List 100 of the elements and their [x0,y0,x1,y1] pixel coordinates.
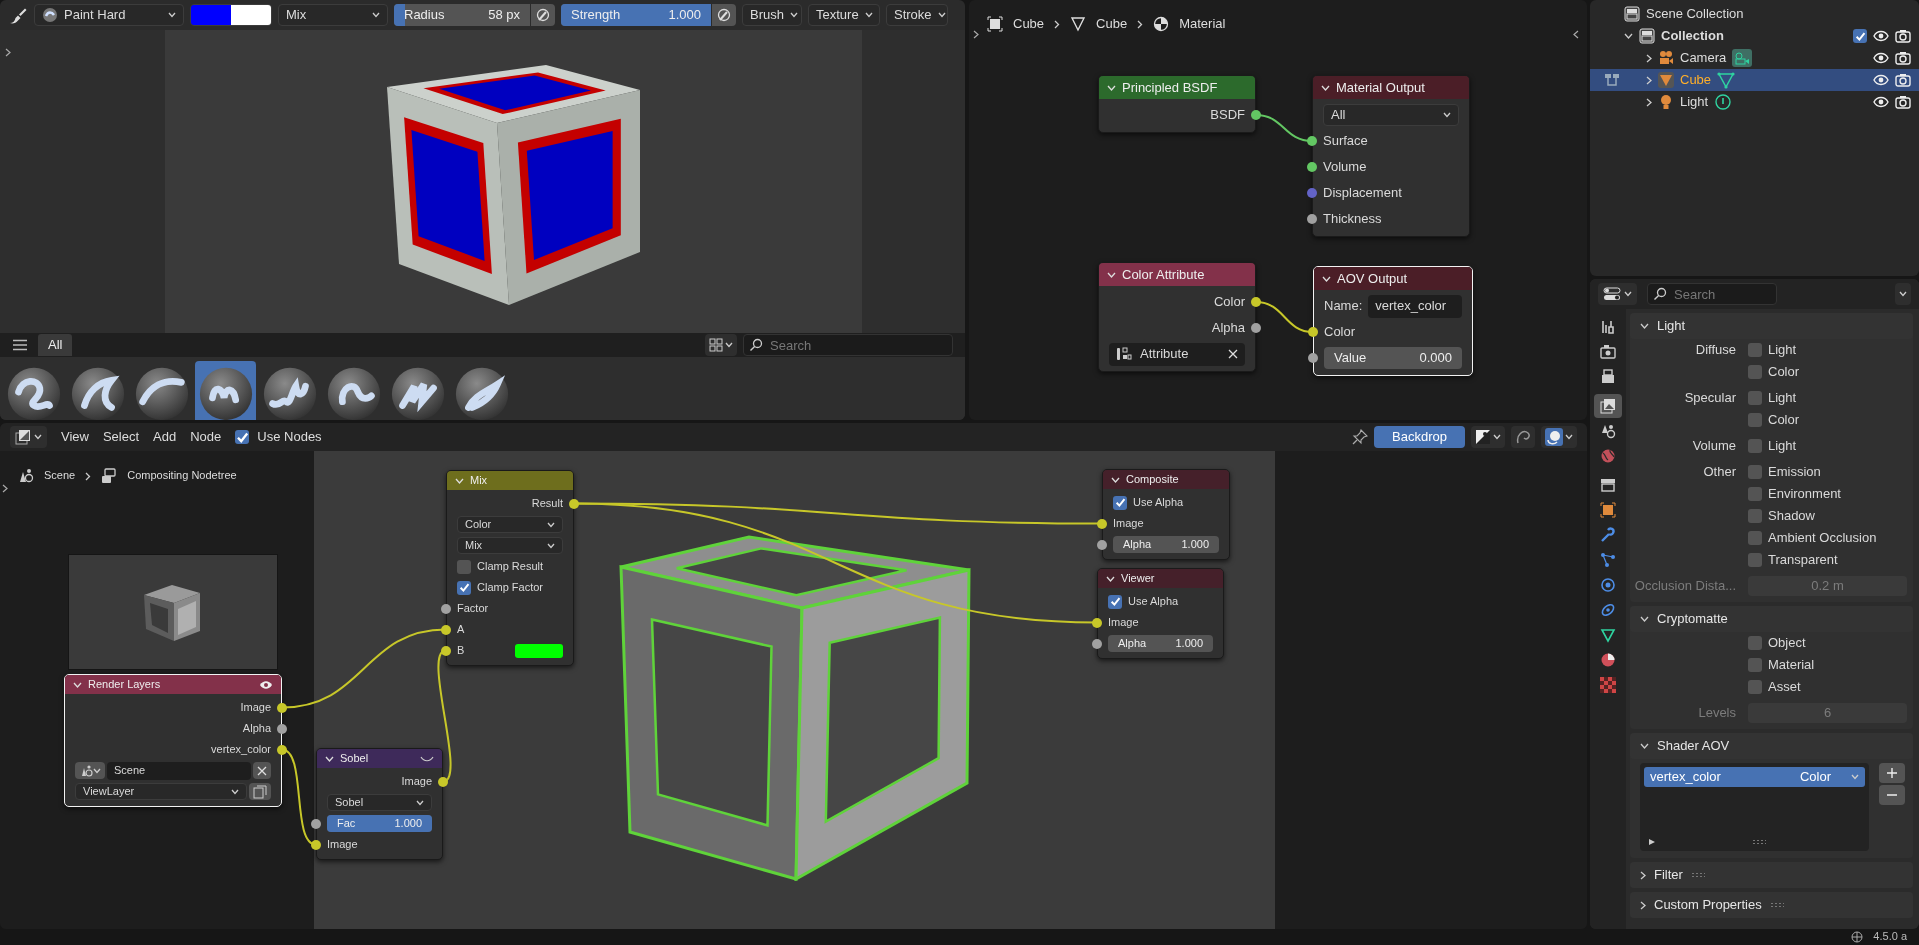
image-stack-icon[interactable] [1600,398,1616,414]
value-field[interactable]: Fac 1.000 [327,815,432,832]
value-field[interactable]: Alpha 1.000 [1108,635,1213,652]
options-dropdown[interactable] [1895,283,1911,305]
outliner-row[interactable]: Cube [1590,69,1919,91]
outliner-row[interactable]: Light [1590,91,1919,113]
strength-slider[interactable]: Strength 1.000 [561,4,711,26]
editor-type-button[interactable] [1598,283,1637,305]
socket[interactable] [1307,136,1317,146]
checkbox[interactable] [235,430,250,444]
blend-mode-dropdown[interactable]: Mix [278,4,388,26]
dropdown[interactable]: All [1323,104,1459,126]
render-camera-icon[interactable] [1895,29,1911,43]
socket[interactable] [1308,327,1318,337]
socket[interactable] [311,818,321,829]
clear-icon[interactable] [1228,349,1238,359]
socket[interactable] [1092,617,1102,628]
scene-type-button[interactable] [75,762,105,779]
socket[interactable] [441,624,451,635]
checkbox[interactable] [1113,495,1127,510]
render-camera-icon[interactable] [1895,95,1911,109]
chain-icon[interactable] [1600,602,1616,618]
node-card[interactable]: AOV Output Name: vertex_color Color Value 0.000 [1313,266,1473,376]
type-dropdown[interactable]: Color [1799,769,1859,785]
node-card[interactable]: Color Attribute Color Alpha Attribute [1098,262,1256,372]
tool-icon[interactable] [1600,319,1616,335]
checkbox[interactable] [1748,509,1762,523]
socket[interactable] [311,839,321,850]
render-icon[interactable] [1600,344,1616,360]
breadcrumb-item[interactable]: Cube [1013,16,1045,32]
eye-icon[interactable] [1873,52,1889,64]
checkbox[interactable] [1748,391,1762,405]
socket[interactable] [277,723,287,734]
socket[interactable] [569,498,579,509]
socket[interactable] [1251,297,1261,307]
node-card[interactable]: Sobel Image Sobel Fac 1.000 Image [316,748,443,860]
checkbox[interactable] [457,580,471,595]
outliner-row[interactable]: Scene Collection [1590,3,1919,25]
checkbox[interactable] [1748,465,1762,479]
eye-icon[interactable] [259,679,273,690]
socket[interactable] [1307,214,1317,224]
socket[interactable] [438,776,448,787]
editor-type-button[interactable] [10,426,47,448]
socket[interactable] [277,702,287,713]
radius-slider[interactable]: Radius 58 px [394,4,530,26]
brush-preset-dropdown[interactable]: Paint Hard [34,4,184,26]
square-icon[interactable] [1600,502,1616,518]
breadcrumb-item[interactable]: Cube [1096,16,1128,32]
remove-button[interactable] [1879,785,1905,805]
checkbox[interactable] [1748,680,1762,694]
orbit-icon[interactable] [1600,577,1616,593]
secondary-color-swatch[interactable] [231,5,271,25]
view-layer-button[interactable] [249,783,271,800]
pressure-button[interactable] [712,4,736,26]
breadcrumb-item[interactable]: Material [1179,16,1226,32]
camera-data-icon[interactable] [1732,49,1753,67]
particles-icon[interactable] [1600,552,1616,568]
socket[interactable] [1097,539,1107,550]
eye-icon[interactable] [1873,96,1889,108]
name-field[interactable]: vertex_color [1368,294,1462,318]
checkbox[interactable] [457,559,471,574]
dropdown[interactable]: ViewLayer [75,783,247,800]
curve-icon[interactable] [420,754,434,763]
value-field[interactable]: Value 0.000 [1324,347,1462,369]
scene-field[interactable]: Scene [107,761,251,780]
clear-button[interactable] [253,762,271,779]
printer-icon[interactable] [1600,369,1616,385]
checkbox[interactable] [1748,413,1762,427]
node-card[interactable]: Render Layers Image Alpha vertex_color Scene ViewLayer [64,674,282,807]
color-swatch[interactable] [515,643,563,658]
node-card[interactable]: Mix Result Color Mix Clamp Result Clamp Factor Factor A B [446,470,574,666]
socket[interactable] [1308,353,1318,363]
checkbox[interactable] [1748,487,1762,501]
node-card[interactable]: Viewer Use Alpha Image Alpha 1.000 [1097,568,1224,659]
menu-dropdown[interactable]: Texture [808,4,880,26]
wrench-icon[interactable] [1600,527,1616,543]
attribute-field[interactable]: Attribute [1109,342,1245,366]
socket[interactable] [441,645,451,656]
drops-icon[interactable] [1600,423,1616,439]
sphere-icon[interactable] [1600,652,1616,668]
pin-icon[interactable] [1352,429,1369,445]
add-button[interactable] [1879,763,1905,783]
socket[interactable] [1097,518,1107,529]
node-card[interactable]: Material Output All Surface Volume Displacement Thickness [1312,75,1470,237]
search-field[interactable]: Search [743,334,953,356]
socket[interactable] [441,603,451,614]
display-mode-button[interactable] [705,334,737,356]
checkbox[interactable] [1748,636,1762,650]
menu-icon[interactable] [12,339,28,351]
gizmo-button[interactable] [1511,426,1535,448]
render-camera-icon[interactable] [1895,51,1911,65]
globe-icon[interactable] [1600,448,1616,464]
menu-dropdown[interactable]: Stroke [886,4,948,26]
breadcrumb-item[interactable]: Scene [44,469,76,483]
list-item[interactable]: vertex_color Color [1644,767,1865,787]
node-card[interactable]: Composite Use Alpha Image Alpha 1.000 [1102,469,1230,560]
socket[interactable] [1307,162,1317,172]
outliner-row[interactable]: Collection [1590,25,1919,47]
box-icon[interactable] [1600,477,1616,493]
eye-icon[interactable] [1873,30,1889,42]
